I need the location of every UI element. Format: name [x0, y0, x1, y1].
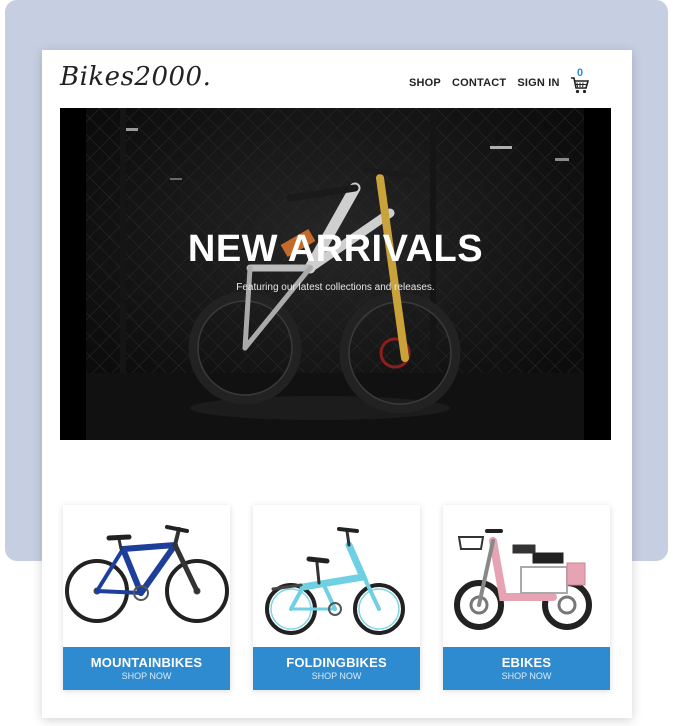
- mountain-bike-image: [63, 505, 230, 647]
- nav-contact-link[interactable]: CONTACT: [452, 77, 506, 89]
- site-logo[interactable]: Bikes2000.: [60, 62, 211, 92]
- category-banner-mountainbikes[interactable]: MOUNTAINBIKES SHOP NOW: [63, 647, 230, 690]
- hero-bike-photo: [60, 108, 611, 440]
- shop-now-link[interactable]: SHOP NOW: [63, 671, 230, 681]
- category-title: MOUNTAINBIKES: [90, 655, 203, 670]
- category-title: EBIKES: [501, 655, 552, 670]
- main-nav: SHOP CONTACT SIGN IN: [409, 77, 560, 89]
- ebike-image: [443, 505, 610, 647]
- category-banner-ebikes[interactable]: EBIKES SHOP NOW: [443, 647, 610, 690]
- cart-button[interactable]: 0: [568, 68, 592, 96]
- nav-sign-in-link[interactable]: SIGN IN: [517, 77, 559, 89]
- category-banner-foldingbikes[interactable]: FOLDINGBIKES SHOP NOW: [253, 647, 420, 690]
- hero-banner[interactable]: NEW ARRIVALS Featuring our latest collec…: [60, 108, 611, 440]
- shop-now-link[interactable]: SHOP NOW: [443, 671, 610, 681]
- hero-subtitle: Featuring our latest collections and rel…: [236, 282, 435, 293]
- category-card-ebikes[interactable]: EBIKES SHOP NOW: [443, 505, 610, 690]
- category-card-foldingbikes[interactable]: FOLDINGBIKES SHOP NOW: [253, 505, 420, 690]
- folding-bike-image: [253, 505, 420, 647]
- website-preview: Bikes2000. SHOP CONTACT SIGN IN 0 NEW AR…: [42, 50, 632, 718]
- shop-now-link[interactable]: SHOP NOW: [253, 671, 420, 681]
- cart-icon: [571, 77, 590, 94]
- category-title: FOLDINGBIKES: [286, 655, 387, 670]
- category-card-mountainbikes[interactable]: MOUNTAINBIKES SHOP NOW: [63, 505, 230, 690]
- hero-title: NEW ARRIVALS: [187, 228, 484, 270]
- nav-shop-link[interactable]: SHOP: [409, 77, 441, 89]
